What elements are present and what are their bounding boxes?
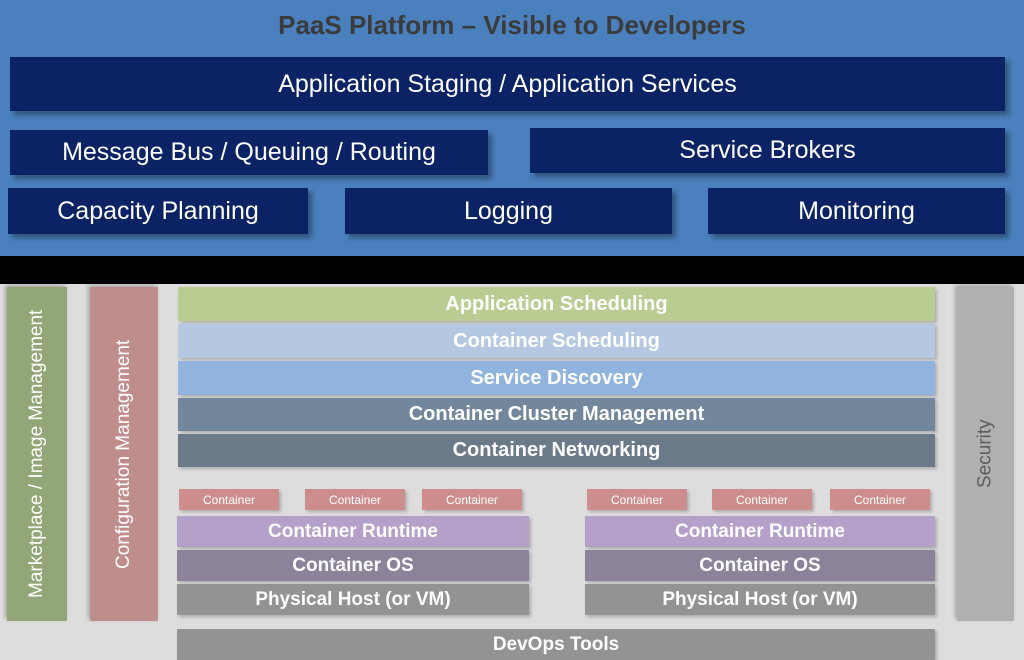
paas-box-logging[interactable]: Logging xyxy=(345,188,672,234)
container-chip[interactable]: Container xyxy=(830,489,930,510)
service-row-application-scheduling[interactable]: Application Scheduling xyxy=(178,287,935,321)
service-row-container-scheduling[interactable]: Container Scheduling xyxy=(178,324,935,358)
paas-section-title: PaaS Platform – Visible to Developers xyxy=(278,10,746,40)
host-layer-container-os[interactable]: Container OS xyxy=(177,550,529,581)
section-divider-band xyxy=(0,256,1024,284)
host-layer-container-runtime[interactable]: Container Runtime xyxy=(585,516,935,547)
pillar-configuration-management[interactable]: Configuration Management xyxy=(90,287,158,621)
container-chip[interactable]: Container xyxy=(305,489,405,510)
infrastructure-section: Marketplace / Image Management Configura… xyxy=(0,284,1024,660)
container-chip[interactable]: Container xyxy=(179,489,279,510)
service-row-container-networking[interactable]: Container Networking xyxy=(178,434,935,467)
diagram-root: PaaS Platform – Visible to Developers Ap… xyxy=(0,0,1024,660)
container-chip[interactable]: Container xyxy=(712,489,812,510)
host-layer-physical-host[interactable]: Physical Host (or VM) xyxy=(585,584,935,615)
host-layer-container-runtime[interactable]: Container Runtime xyxy=(177,516,529,547)
paas-box-message-bus[interactable]: Message Bus / Queuing / Routing xyxy=(10,130,488,175)
paas-box-capacity-planning[interactable]: Capacity Planning xyxy=(8,188,308,234)
container-chip[interactable]: Container xyxy=(587,489,687,510)
service-row-service-discovery[interactable]: Service Discovery xyxy=(178,361,935,395)
host-layer-physical-host[interactable]: Physical Host (or VM) xyxy=(177,584,529,615)
devops-tools-bar[interactable]: DevOps Tools xyxy=(177,629,935,660)
service-row-container-cluster-management[interactable]: Container Cluster Management xyxy=(178,398,935,431)
paas-box-application-staging[interactable]: Application Staging / Application Servic… xyxy=(10,57,1005,111)
paas-box-monitoring[interactable]: Monitoring xyxy=(708,188,1005,234)
container-chip[interactable]: Container xyxy=(422,489,522,510)
paas-box-service-brokers[interactable]: Service Brokers xyxy=(530,128,1005,173)
paas-platform-section: PaaS Platform – Visible to Developers Ap… xyxy=(0,0,1024,256)
host-layer-container-os[interactable]: Container OS xyxy=(585,550,935,581)
pillar-marketplace-image-management[interactable]: Marketplace / Image Management xyxy=(7,287,67,621)
pillar-security[interactable]: Security xyxy=(957,287,1014,621)
